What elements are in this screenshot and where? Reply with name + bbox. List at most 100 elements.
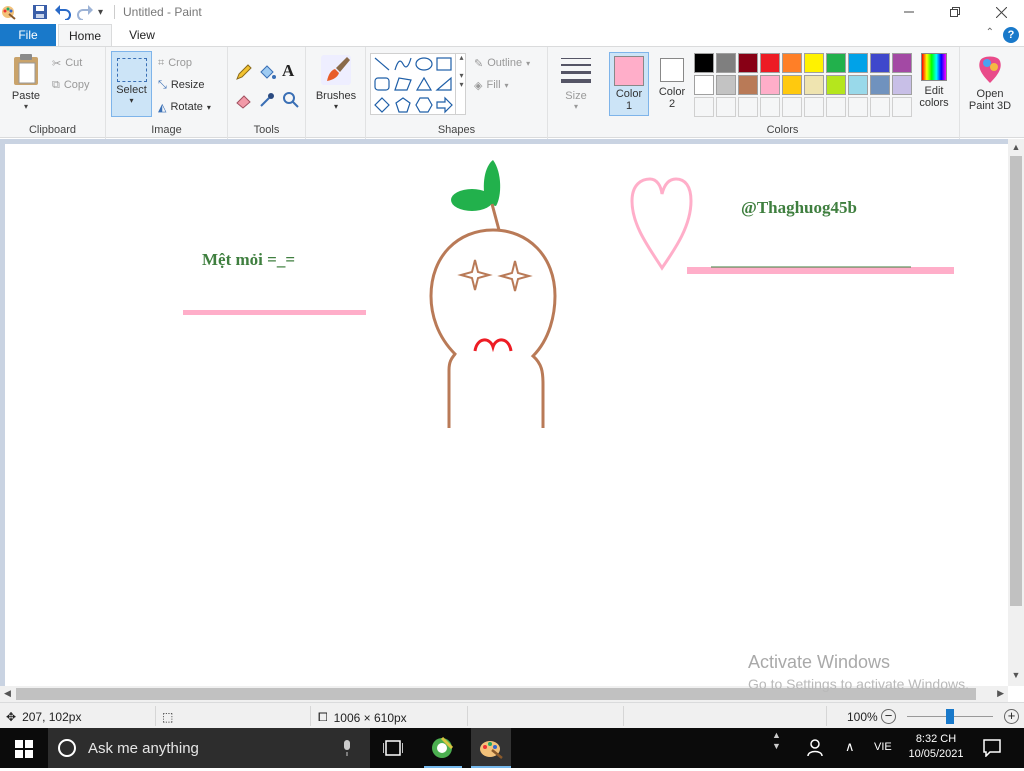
cut-button[interactable]: ✂ Cut — [52, 53, 82, 73]
close-button[interactable] — [978, 0, 1024, 24]
scroll-down-icon[interactable]: ▼ — [1008, 670, 1024, 680]
scroll-up-icon[interactable]: ▲ — [1008, 142, 1024, 152]
magnifier-icon[interactable] — [282, 91, 300, 112]
taskbar-app-paint[interactable] — [471, 728, 511, 768]
show-hidden-icons[interactable]: ∧ — [845, 739, 855, 755]
drawing-canvas[interactable]: Mệt mỏi =_= @Thaghuog45b — [5, 144, 1008, 686]
scroll-right-icon[interactable]: ▶ — [997, 688, 1004, 699]
vertical-scroll-thumb[interactable] — [1010, 156, 1022, 606]
fill-bucket-icon[interactable] — [258, 63, 276, 84]
palette-swatch[interactable] — [738, 53, 758, 73]
canvas-size: ⧠ 1006 × 610px — [318, 710, 407, 725]
undo-icon[interactable] — [54, 3, 72, 21]
palette-swatch[interactable] — [760, 75, 780, 95]
fill-button[interactable]: ◈ Fill ▾ — [474, 75, 509, 95]
outline-icon: ✎ — [474, 57, 484, 70]
palette-swatch[interactable] — [870, 53, 890, 73]
color-picker-icon[interactable] — [258, 91, 276, 112]
action-center-icon[interactable] — [983, 739, 1001, 760]
shapes-group: ▴ ▾ ▾ ✎ Outline ▾ ◈ Fill ▾ Shapes — [366, 47, 548, 139]
palette-empty-swatch[interactable] — [694, 97, 714, 117]
palette-empty-swatch[interactable] — [782, 97, 802, 117]
text-tool-icon[interactable]: A — [282, 61, 294, 81]
zoom-slider-thumb[interactable] — [946, 709, 954, 724]
tab-view[interactable]: View — [115, 24, 169, 46]
palette-swatch[interactable] — [782, 75, 802, 95]
palette-empty-swatch[interactable] — [848, 97, 868, 117]
brushes-group: Brushes ▾ — [306, 47, 366, 139]
taskbar-search[interactable]: Ask me anything — [48, 728, 370, 768]
windows-start-icon[interactable] — [15, 740, 33, 761]
save-icon[interactable] — [32, 3, 48, 21]
palette-empty-swatch[interactable] — [892, 97, 912, 117]
paste-icon — [14, 54, 38, 85]
color2-button[interactable]: Color 2 — [652, 52, 692, 116]
palette-swatch[interactable] — [694, 53, 714, 73]
search-placeholder: Ask me anything — [88, 739, 199, 757]
palette-swatch[interactable] — [892, 75, 912, 95]
color1-button[interactable]: Color 1 — [609, 52, 649, 116]
taskbar-scroll-icon[interactable]: ▲ ▼ — [772, 730, 781, 752]
palette-swatch[interactable] — [848, 75, 868, 95]
zoom-out-button[interactable]: − — [881, 709, 896, 724]
move-cursor-icon: ✥ — [6, 710, 17, 724]
palette-empty-swatch[interactable] — [760, 97, 780, 117]
open-paint3d-button[interactable]: Open Paint 3D — [964, 53, 1016, 112]
status-separator — [826, 706, 827, 726]
task-view-icon[interactable] — [382, 739, 404, 760]
tab-file[interactable]: File — [0, 24, 56, 46]
palette-swatch[interactable] — [804, 53, 824, 73]
redo-icon[interactable] — [76, 3, 94, 21]
palette-swatch[interactable] — [848, 53, 868, 73]
brushes-button[interactable]: Brushes ▾ — [312, 53, 360, 111]
palette-swatch[interactable] — [826, 53, 846, 73]
paint-app-icon[interactable] — [0, 3, 16, 21]
size-dropdown-icon: ▾ — [573, 102, 578, 111]
copy-button[interactable]: ⧉ Copy — [52, 75, 90, 95]
customize-quick-access-icon[interactable]: ▾ — [98, 3, 103, 21]
palette-swatch[interactable] — [782, 53, 802, 73]
scroll-left-icon[interactable]: ◀ — [4, 688, 11, 699]
palette-empty-swatch[interactable] — [826, 97, 846, 117]
select-button[interactable]: Select ▾ — [111, 51, 152, 117]
clock[interactable]: 8:32 CH 10/05/2021 — [905, 732, 967, 762]
collapse-ribbon-icon[interactable]: ⌃ — [986, 27, 994, 38]
minimize-button[interactable] — [886, 0, 932, 24]
shapes-gallery[interactable] — [370, 53, 466, 115]
edit-colors-button[interactable]: Edit colors — [914, 53, 954, 109]
shape-curve — [394, 57, 412, 71]
palette-swatch[interactable] — [760, 53, 780, 73]
browser-app-icon — [432, 736, 454, 758]
zoom-in-button[interactable]: + — [1004, 709, 1019, 724]
palette-swatch[interactable] — [716, 75, 736, 95]
maximize-button[interactable] — [932, 0, 978, 24]
paste-button[interactable]: Paste ▾ — [6, 53, 46, 111]
resize-button[interactable]: ⤡ Resize — [158, 75, 204, 95]
rotate-button[interactable]: ◭ Rotate ▾ — [158, 97, 211, 117]
palette-empty-swatch[interactable] — [870, 97, 890, 117]
palette-swatch[interactable] — [826, 75, 846, 95]
shapes-scroll[interactable]: ▴ ▾ ▾ — [455, 53, 467, 115]
pencil-icon[interactable] — [235, 63, 253, 84]
palette-swatch[interactable] — [804, 75, 824, 95]
size-button[interactable]: Size ▾ — [552, 53, 600, 111]
palette-empty-swatch[interactable] — [804, 97, 824, 117]
eraser-icon[interactable] — [235, 91, 253, 112]
tab-home[interactable]: Home — [58, 24, 112, 46]
shape-polygon — [394, 77, 412, 91]
taskbar-app-browser[interactable] — [424, 728, 462, 768]
palette-swatch[interactable] — [892, 53, 912, 73]
palette-empty-swatch[interactable] — [738, 97, 758, 117]
palette-empty-swatch[interactable] — [716, 97, 736, 117]
rotate-label: Rotate — [170, 101, 203, 113]
palette-swatch[interactable] — [738, 75, 758, 95]
palette-swatch[interactable] — [694, 75, 714, 95]
help-icon[interactable]: ? — [1003, 27, 1019, 43]
crop-button[interactable]: ⌗ Crop — [158, 53, 192, 73]
outline-button[interactable]: ✎ Outline ▾ — [474, 53, 530, 73]
edit-colors-line1: Edit — [924, 85, 944, 97]
palette-swatch[interactable] — [716, 53, 736, 73]
people-icon[interactable] — [807, 738, 827, 761]
input-language[interactable]: VIE — [874, 741, 892, 753]
palette-swatch[interactable] — [870, 75, 890, 95]
